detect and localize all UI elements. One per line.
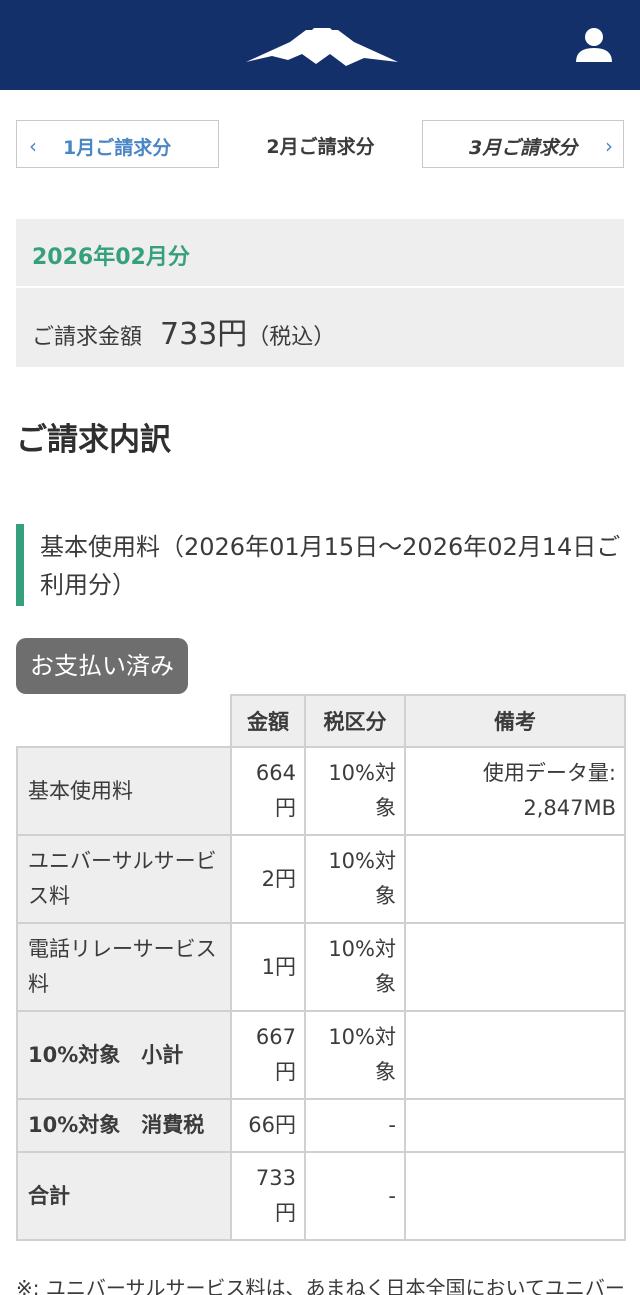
table-header-row: 金額 税区分 備考 (17, 694, 626, 748)
mount-fuji-logo[interactable] (246, 20, 398, 68)
month-navigation: ‹ 1月ご請求分 2月ご請求分 3月ご請求分 › (16, 120, 624, 168)
row-note (404, 922, 626, 1012)
row-label: 基本使用料 (16, 746, 232, 836)
table-header-blank (17, 695, 232, 748)
row-label: 電話リレーサービス料 (16, 922, 232, 1012)
breakdown-title: ご請求内訳 (16, 422, 171, 458)
row-note (404, 834, 626, 924)
table-row: 合計 733円 - (16, 1151, 626, 1241)
app-header (0, 0, 640, 90)
row-tax: 10%対象 (304, 922, 406, 1012)
table-row: ユニバーサルサービス料 2円 10%対象 (16, 834, 626, 924)
row-amount: 664円 (230, 746, 306, 836)
table-row: 10%対象 消費税 66円 - (16, 1098, 626, 1153)
row-tax: - (304, 1098, 406, 1153)
row-label: 10%対象 小計 (16, 1010, 232, 1100)
next-month-button[interactable]: 3月ご請求分 › (422, 120, 624, 168)
subsection-accent-bar (16, 524, 24, 606)
header-tax: 税区分 (304, 694, 406, 748)
billing-amount: ご請求金額 733円（税込） (32, 309, 335, 353)
prev-month-button[interactable]: ‹ 1月ご請求分 (16, 120, 219, 168)
row-note (404, 1010, 626, 1100)
amount-value: 733円 (160, 317, 248, 352)
row-tax: - (304, 1151, 406, 1241)
next-month-label: 3月ご請求分 (469, 137, 578, 159)
header-note: 備考 (404, 694, 626, 748)
amount-tax-note: （税込） (247, 325, 336, 350)
row-tax: 10%対象 (304, 746, 406, 836)
table-row: 10%対象 小計 667円 10%対象 (16, 1010, 626, 1100)
subsection-heading: 基本使用料（2026年01月15日〜2026年02月14日ご利用分） (16, 524, 626, 606)
header-amount: 金額 (230, 694, 306, 748)
chevron-right-icon: › (605, 134, 613, 158)
row-label: 10%対象 消費税 (16, 1098, 232, 1153)
footnote-text: ※: ユニバーサルサービス料は、あまねく日本全国においてユニバー (16, 1276, 625, 1295)
row-amount: 2円 (230, 834, 306, 924)
user-icon[interactable] (568, 18, 620, 70)
prev-month-label: 1月ご請求分 (63, 137, 172, 159)
subsection-text: 基本使用料（2026年01月15日〜2026年02月14日ご利用分） (40, 533, 621, 599)
row-tax: 10%対象 (304, 834, 406, 924)
row-note (404, 1151, 626, 1241)
row-tax: 10%対象 (304, 1010, 406, 1100)
row-note (404, 1098, 626, 1153)
current-month-label: 2月ご請求分 (266, 136, 375, 158)
row-amount: 733円 (230, 1151, 306, 1241)
row-amount: 1円 (230, 922, 306, 1012)
row-note: 使用データ量: 2,847MB (404, 746, 626, 836)
table-row: 基本使用料 664円 10%対象 使用データ量: 2,847MB (16, 746, 626, 836)
summary-divider (16, 286, 624, 288)
row-label: 合計 (16, 1151, 232, 1241)
row-label: ユニバーサルサービス料 (16, 834, 232, 924)
table-row: 電話リレーサービス料 1円 10%対象 (16, 922, 626, 1012)
billing-period: 2026年02月分 (32, 245, 190, 270)
paid-status-badge: お支払い済み (16, 638, 188, 694)
row-amount: 66円 (230, 1098, 306, 1153)
row-amount: 667円 (230, 1010, 306, 1100)
breakdown-table: 金額 税区分 備考 基本使用料 664円 10%対象 使用データ量: 2,847… (16, 694, 626, 1241)
chevron-left-icon: ‹ (29, 134, 37, 158)
amount-label: ご請求金額 (32, 325, 143, 350)
billing-summary: 2026年02月分 ご請求金額 733円（税込） (16, 219, 624, 367)
